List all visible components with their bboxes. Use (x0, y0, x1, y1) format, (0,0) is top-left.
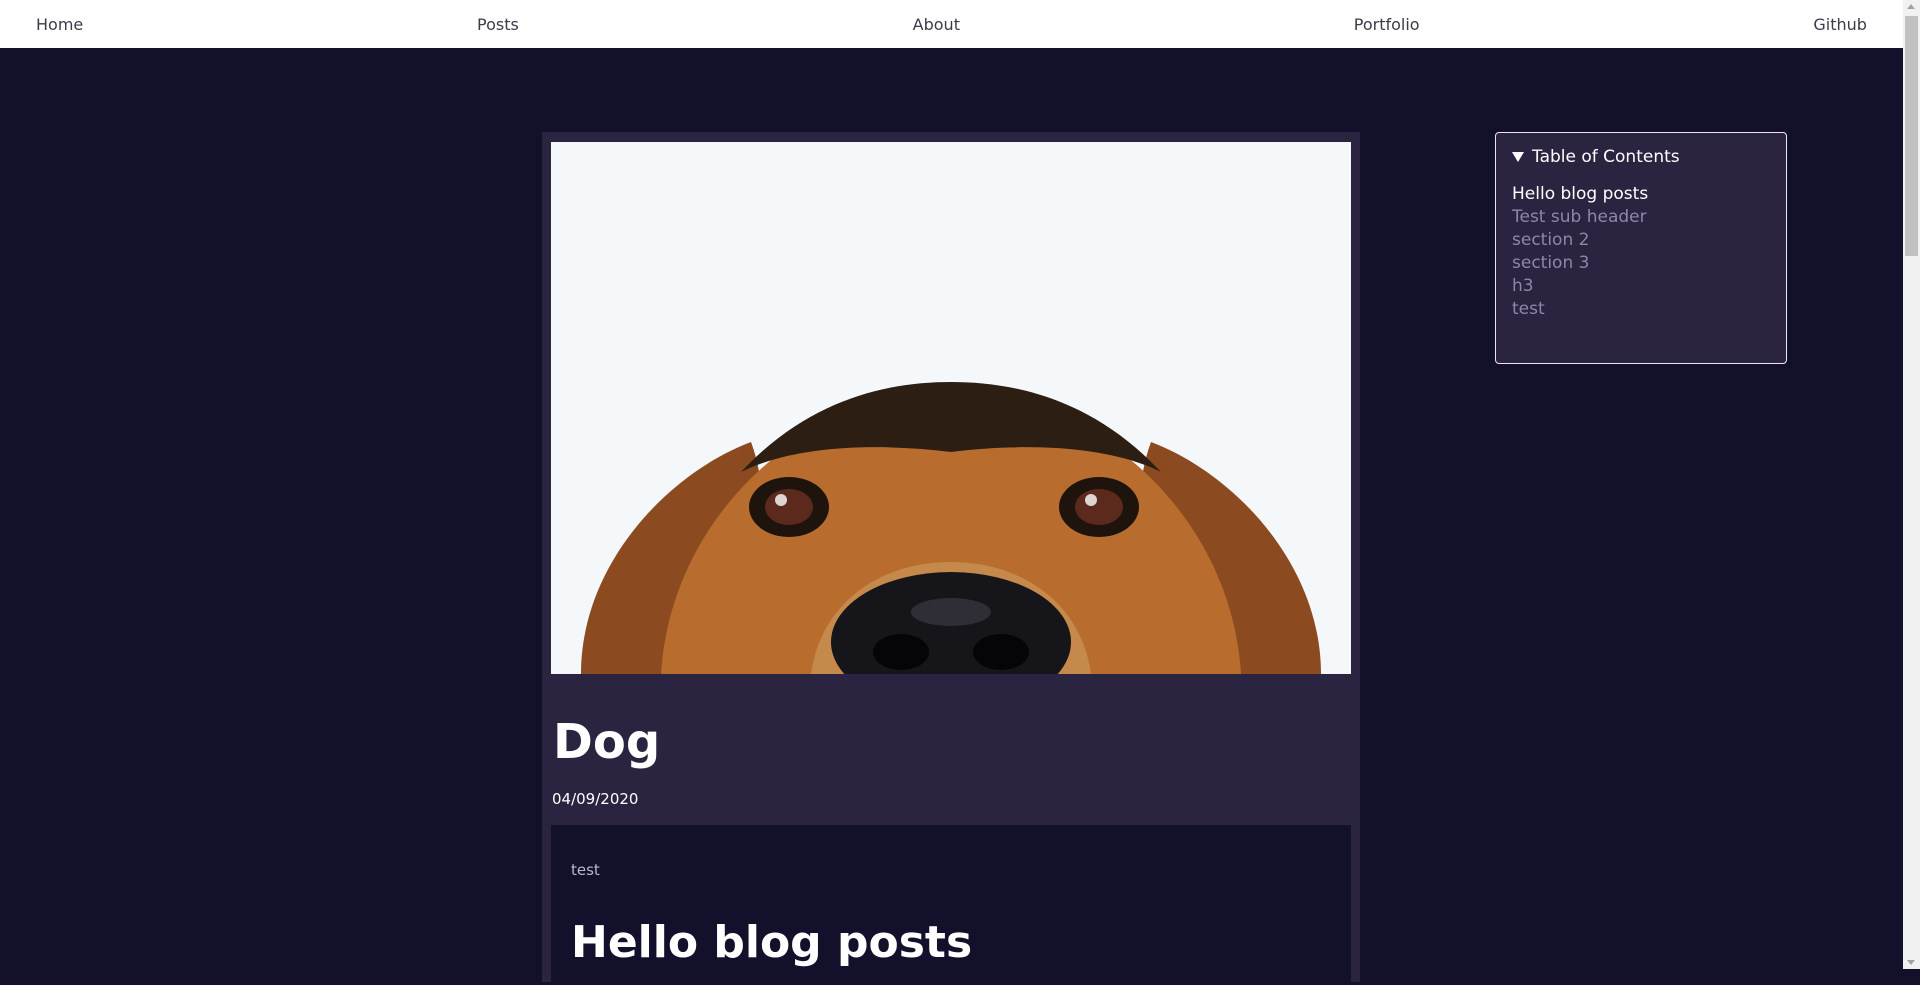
nav-github-link[interactable]: Github (1813, 15, 1867, 34)
toc-list: Hello blog posts Test sub header section… (1512, 183, 1770, 321)
nav-portfolio-link[interactable]: Portfolio (1354, 15, 1420, 34)
page-scrollbar[interactable] (1903, 0, 1920, 969)
post-body: test Hello blog posts (551, 825, 1351, 985)
post-card: Dog 04/09/2020 test Hello blog posts (542, 132, 1360, 985)
toc-item-section-2[interactable]: section 2 (1512, 229, 1770, 252)
toc-toggle[interactable]: Table of Contents (1512, 147, 1770, 167)
toc-item-test[interactable]: test (1512, 298, 1770, 321)
table-of-contents: Table of Contents Hello blog posts Test … (1495, 132, 1787, 364)
toc-title: Table of Contents (1532, 147, 1680, 167)
toc-item-h3[interactable]: h3 (1512, 275, 1770, 298)
post-body-text: test (571, 861, 600, 879)
scroll-up-arrow-icon[interactable] (1907, 4, 1915, 9)
post-section-heading: Hello blog posts (571, 917, 973, 968)
top-navbar: Home Posts About Portfolio Github (0, 0, 1903, 48)
toc-item-test-sub-header[interactable]: Test sub header (1512, 206, 1770, 229)
toc-item-hello-blog-posts[interactable]: Hello blog posts (1512, 183, 1770, 206)
post-hero-image (551, 142, 1351, 674)
nav-about-link[interactable]: About (913, 15, 960, 34)
scroll-thumb[interactable] (1905, 16, 1918, 256)
nav-posts-link[interactable]: Posts (477, 15, 519, 34)
toc-item-section-3[interactable]: section 3 (1512, 252, 1770, 275)
post-date: 04/09/2020 (552, 790, 639, 808)
nav-home-link[interactable]: Home (36, 15, 83, 34)
post-title: Dog (553, 714, 661, 770)
triangle-down-icon (1512, 152, 1524, 162)
scroll-down-arrow-icon[interactable] (1907, 960, 1915, 965)
